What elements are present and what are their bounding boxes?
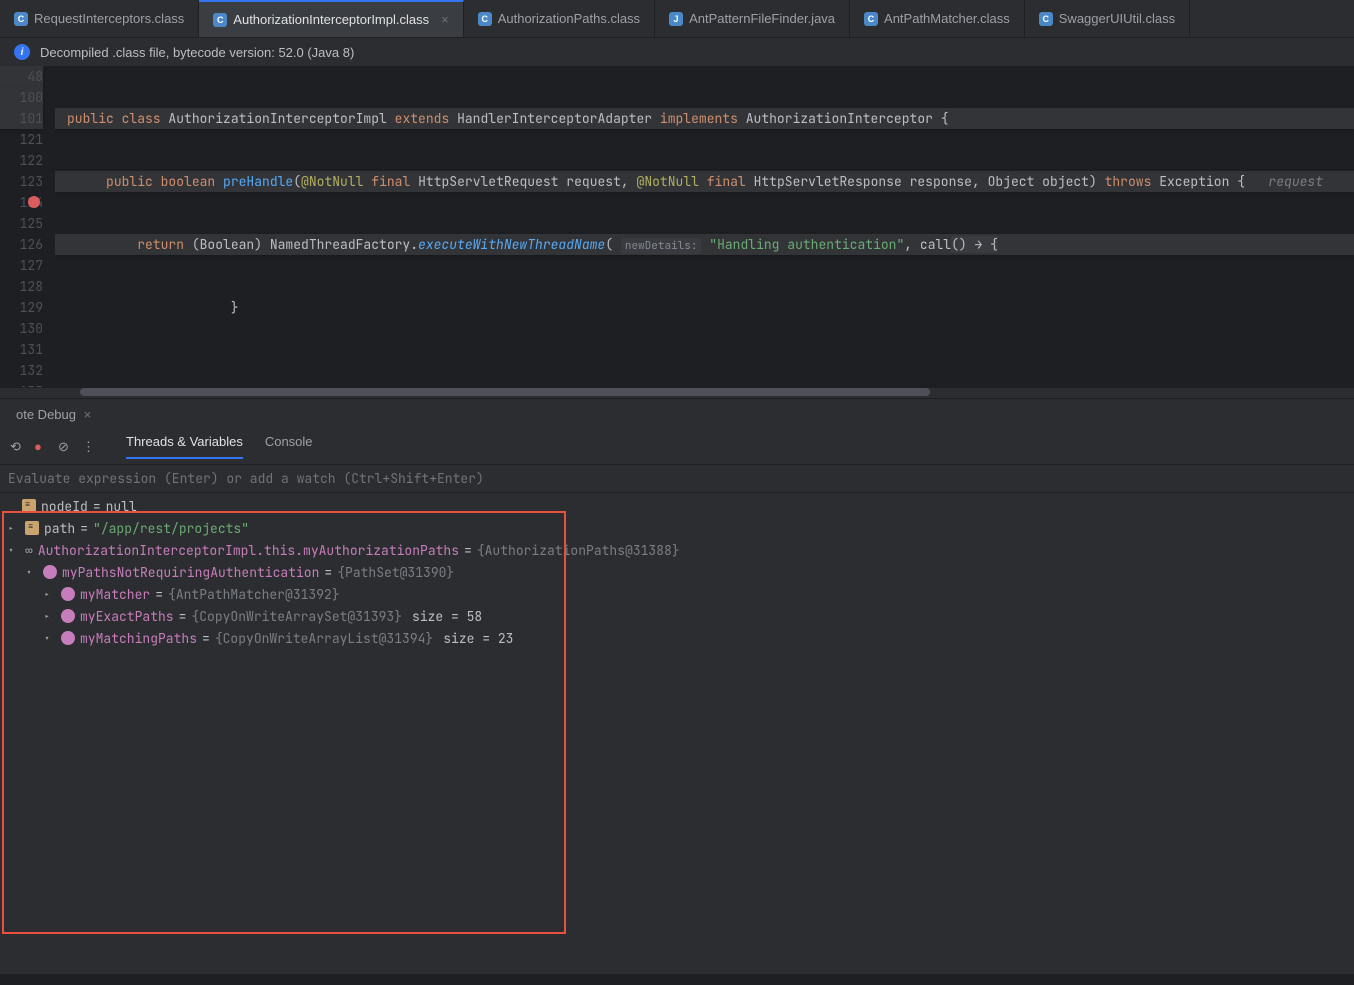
chevron-down-icon[interactable] (8, 544, 20, 557)
chevron-down-icon[interactable] (26, 566, 38, 579)
chevron-right-icon[interactable] (8, 522, 20, 535)
line-number: 129 (0, 297, 43, 318)
line-number: 133 (0, 381, 43, 387)
class-icon: C (864, 12, 878, 26)
horizontal-scrollbar[interactable] (0, 388, 1354, 398)
chevron-right-icon[interactable] (44, 588, 56, 601)
code-editor[interactable]: 48 100 101 121 122 123 124 125 126 127 1… (0, 66, 1354, 387)
field-icon (61, 609, 75, 623)
chevron-right-icon[interactable] (44, 610, 56, 623)
console-tab[interactable]: Console (265, 434, 313, 459)
code-line: } (55, 297, 1354, 318)
debug-tool-tabs: ote Debug × (0, 399, 1354, 429)
sticky-line: return (Boolean) NamedThreadFactory.exec… (55, 234, 1354, 255)
variables-tree[interactable]: nodeId = null path = "/app/rest/projects… (0, 493, 1354, 953)
var-row-exact-paths[interactable]: myExactPaths = {CopyOnWriteArraySet@3139… (0, 605, 1354, 627)
line-number: 121 (0, 129, 43, 150)
decompiled-notice: i Decompiled .class file, bytecode versi… (0, 38, 1354, 66)
tab-request-interceptors[interactable]: CRequestInterceptors.class (0, 0, 199, 37)
close-icon[interactable]: × (80, 407, 91, 422)
info-icon: i (14, 44, 30, 60)
var-row-path[interactable]: path = "/app/rest/projects" (0, 517, 1354, 539)
debug-panel: ote Debug × ⟲ ● ⊘ ⋮ Threads & Variables … (0, 398, 1354, 974)
line-number: 125 (0, 213, 43, 234)
tab-swagger-ui-util[interactable]: CSwaggerUIUtil.class (1025, 0, 1190, 37)
scrollbar-thumb[interactable] (80, 388, 930, 396)
string-icon (22, 499, 36, 513)
class-icon: C (213, 13, 227, 27)
line-number: 126 (0, 234, 43, 255)
more-icon[interactable]: ⋮ (82, 439, 98, 455)
gutter: 48 100 101 121 122 123 124 125 126 127 1… (0, 66, 55, 387)
sticky-line: public class AuthorizationInterceptorImp… (55, 108, 1354, 129)
class-icon: C (14, 12, 28, 26)
stop-icon[interactable]: ● (34, 439, 50, 455)
var-row-matcher[interactable]: myMatcher = {AntPathMatcher@31392} (0, 583, 1354, 605)
sticky-line: public boolean preHandle(@NotNull final … (55, 171, 1354, 192)
editor-tabs: CRequestInterceptors.class CAuthorizatio… (0, 0, 1354, 38)
line-number: 100 (0, 87, 43, 108)
chevron-down-icon[interactable] (44, 632, 56, 645)
line-number: 132 (0, 360, 43, 381)
tab-ant-path-matcher[interactable]: CAntPathMatcher.class (850, 0, 1025, 37)
field-icon (61, 631, 75, 645)
threads-variables-tab[interactable]: Threads & Variables (126, 434, 243, 459)
mute-breakpoints-icon[interactable]: ⊘ (58, 439, 74, 455)
line-number: 128 (0, 276, 43, 297)
tab-authorization-interceptor-impl[interactable]: CAuthorizationInterceptorImpl.class× (199, 0, 463, 37)
var-row-not-requiring[interactable]: myPathsNotRequiringAuthentication = {Pat… (0, 561, 1354, 583)
close-icon[interactable]: × (441, 12, 449, 27)
line-number: 48 (0, 66, 43, 87)
line-number: 123 (0, 171, 43, 192)
evaluate-expression-input[interactable]: Evaluate expression (Enter) or add a wat… (0, 465, 1354, 493)
field-icon (61, 587, 75, 601)
rerun-icon[interactable]: ⟲ (10, 439, 26, 455)
tab-authorization-paths[interactable]: CAuthorizationPaths.class (464, 0, 655, 37)
field-icon (43, 565, 57, 579)
line-number: 101 (0, 108, 43, 129)
var-row-nodeid[interactable]: nodeId = null (0, 495, 1354, 517)
line-number: 131 (0, 339, 43, 360)
var-row-matching-paths[interactable]: myMatchingPaths = {CopyOnWriteArrayList@… (0, 627, 1354, 649)
tab-ant-pattern-file-finder[interactable]: JAntPatternFileFinder.java (655, 0, 850, 37)
debug-toolbar: ⟲ ● ⊘ ⋮ Threads & Variables Console (0, 429, 1354, 465)
line-number: 124 (0, 192, 43, 213)
code-line (55, 360, 1354, 381)
line-number: 130 (0, 318, 43, 339)
notice-text: Decompiled .class file, bytecode version… (40, 45, 354, 60)
link-icon: ∞ (25, 542, 33, 559)
class-icon: C (478, 12, 492, 26)
breakpoint-icon[interactable] (28, 196, 40, 208)
var-row-authpaths[interactable]: ∞AuthorizationInterceptorImpl.this.myAut… (0, 539, 1354, 561)
java-icon: J (669, 12, 683, 26)
debug-session-tab[interactable]: ote Debug × (8, 403, 99, 426)
line-number: 127 (0, 255, 43, 276)
code-body[interactable]: public class AuthorizationInterceptorImp… (55, 66, 1354, 387)
line-number: 122 (0, 150, 43, 171)
string-icon (25, 521, 39, 535)
class-icon: C (1039, 12, 1053, 26)
